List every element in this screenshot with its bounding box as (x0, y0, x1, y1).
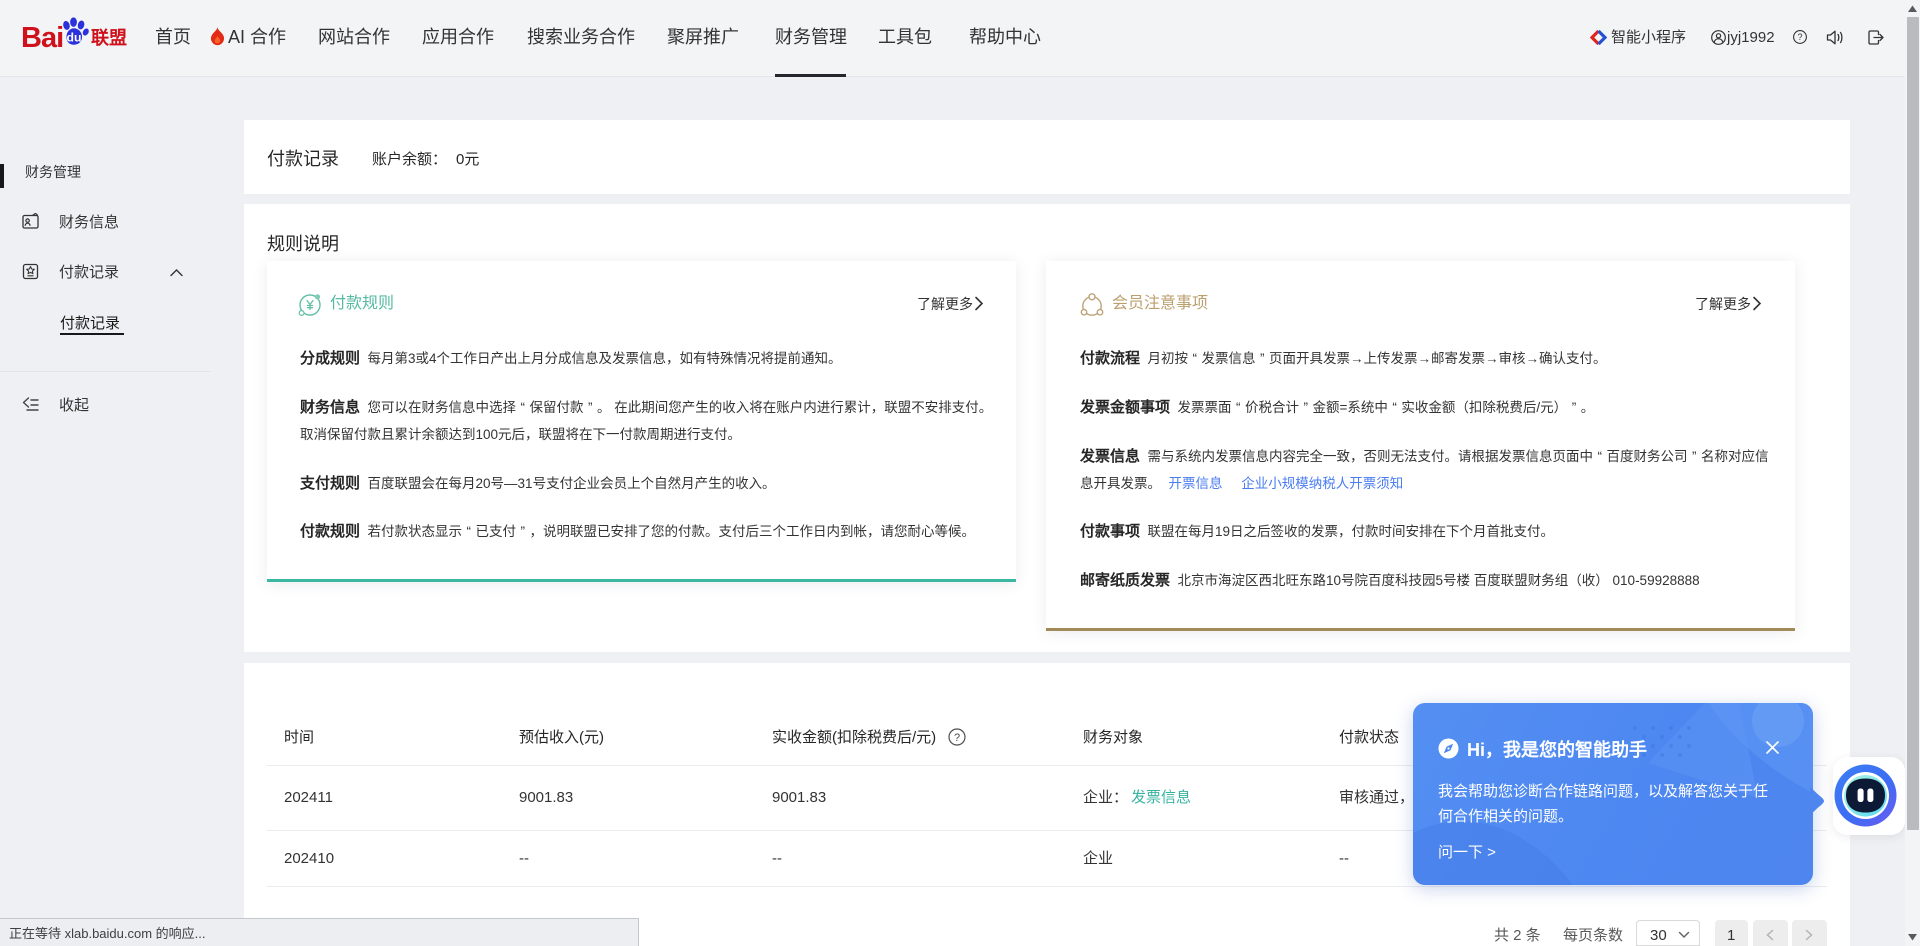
svg-text:?: ? (954, 732, 960, 744)
svg-text:du: du (67, 30, 82, 44)
svg-text:?: ? (1797, 32, 1802, 42)
